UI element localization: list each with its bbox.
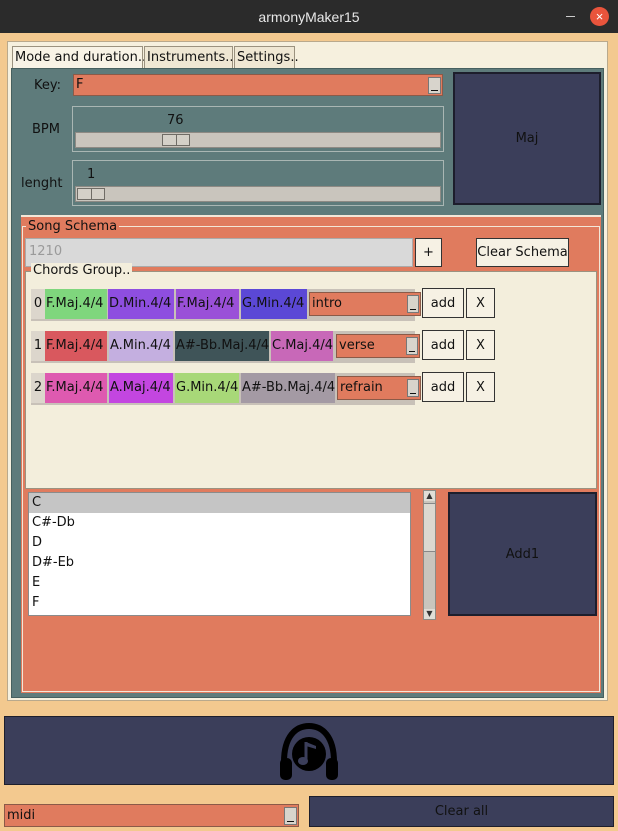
length-slider-thumb[interactable] — [77, 188, 105, 200]
scrollbar-thumb[interactable] — [424, 503, 435, 552]
minimize-icon[interactable] — [564, 8, 578, 22]
list-item[interactable]: C#-Db — [29, 513, 410, 533]
scroll-down-icon[interactable]: ▼ — [424, 609, 435, 619]
add-chord-button[interactable]: add — [422, 330, 464, 360]
mode-maj-button[interactable]: Maj — [453, 72, 601, 205]
chord-chip[interactable]: C.Maj.4/4 — [271, 331, 333, 361]
chord-chip[interactable]: A#-Bb.Maj.4/4 — [241, 373, 335, 403]
chevron-down-icon[interactable] — [428, 77, 441, 94]
chevron-down-icon[interactable] — [407, 295, 419, 313]
length-label: lenght — [21, 176, 63, 191]
chord-group-row: 2 F.Maj.4/4 A.Maj.4/4 G.Min.4/4 A#-Bb.Ma… — [31, 373, 421, 405]
length-value: 1 — [87, 167, 96, 182]
note-list-scrollbar[interactable]: ▲ ▼ — [423, 490, 436, 620]
length-slider[interactable] — [75, 186, 441, 202]
clear-schema-button[interactable]: Clear Schema — [476, 238, 569, 267]
chord-group-index: 2 — [31, 373, 45, 403]
clear-all-button[interactable]: Clear all — [309, 796, 614, 827]
chord-chip[interactable]: D.Min.4/4 — [108, 289, 174, 319]
output-select[interactable]: midi — [4, 804, 299, 827]
chord-chip[interactable]: F.Maj.4/4 — [45, 289, 107, 319]
section-select-value: verse — [339, 338, 375, 353]
key-select[interactable]: F — [73, 74, 443, 96]
chevron-down-icon[interactable] — [284, 807, 297, 825]
chord-chip[interactable]: G.Min.4/4 — [241, 289, 307, 319]
chord-chip[interactable]: F.Maj.4/4 — [45, 331, 107, 361]
tab-mode-and-duration[interactable]: Mode and duration.. — [12, 46, 146, 68]
list-item[interactable]: D#-Eb — [29, 553, 410, 573]
add1-button[interactable]: Add1 — [448, 492, 597, 616]
chord-chip[interactable]: G.Min.4/4 — [175, 373, 239, 403]
chord-group-index: 0 — [31, 289, 45, 319]
section-select[interactable]: intro — [309, 292, 421, 316]
add-chord-button[interactable]: add — [422, 372, 464, 402]
chord-chip[interactable]: F.Maj.4/4 — [45, 373, 107, 403]
play-button[interactable] — [4, 716, 614, 785]
chord-chip[interactable]: F.Maj.4/4 — [176, 289, 239, 319]
remove-row-button[interactable]: X — [466, 372, 495, 402]
clear-all-label: Clear all — [434, 804, 489, 819]
mode-maj-label: Maj — [515, 131, 539, 146]
song-schema-panel: Song Schema 1210 + Clear Schema Chords G… — [21, 215, 601, 693]
chevron-down-icon[interactable] — [407, 379, 419, 397]
list-item[interactable]: F — [29, 593, 410, 613]
scroll-up-icon[interactable]: ▲ — [424, 491, 435, 501]
tab-instruments[interactable]: Instruments.. — [144, 46, 234, 68]
key-label: Key: — [34, 78, 62, 93]
remove-row-button[interactable]: X — [466, 330, 495, 360]
bpm-slider[interactable] — [75, 132, 441, 148]
bpm-value: 76 — [167, 113, 184, 128]
title-bar: armonyMaker15 × — [0, 0, 618, 33]
remove-row-button[interactable]: X — [466, 288, 495, 318]
length-scale: 1 — [72, 160, 444, 206]
bpm-scale: 76 — [72, 106, 444, 152]
list-item[interactable]: C — [29, 493, 410, 513]
close-icon[interactable]: × — [590, 7, 609, 26]
chevron-down-icon[interactable] — [406, 337, 418, 355]
chord-group-row: 0 F.Maj.4/4 D.Min.4/4 F.Maj.4/4 G.Min.4/… — [31, 289, 421, 321]
note-listbox[interactable]: C C#-Db D D#-Eb E F — [28, 492, 411, 616]
list-item[interactable]: E — [29, 573, 410, 593]
key-select-value: F — [76, 77, 84, 92]
bpm-slider-thumb[interactable] — [162, 134, 190, 146]
chord-group-index: 1 — [31, 331, 45, 361]
chords-group: Chords Group.. 0 F.Maj.4/4 D.Min.4/4 F.M… — [25, 263, 597, 489]
chords-group-title: Chords Group.. — [31, 263, 133, 278]
add-chord-button[interactable]: add — [422, 288, 464, 318]
mode-duration-page: Key: F BPM 76 lenght 1 Maj Song Schema 1… — [11, 68, 604, 698]
add-schema-button[interactable]: + — [415, 238, 442, 267]
list-item[interactable]: D — [29, 533, 410, 553]
chord-chip[interactable]: A#-Bb.Maj.4/4 — [175, 331, 269, 361]
song-schema-title: Song Schema — [26, 219, 120, 234]
add1-label: Add1 — [505, 546, 540, 562]
section-select[interactable]: refrain — [337, 376, 421, 400]
window-title: armonyMaker15 — [258, 8, 360, 25]
bpm-label: BPM — [32, 122, 60, 137]
chord-group-row: 1 F.Maj.4/4 A.Min.4/4 A#-Bb.Maj.4/4 C.Ma… — [31, 331, 420, 363]
output-select-value: midi — [7, 808, 36, 823]
chord-chip[interactable]: A.Min.4/4 — [109, 331, 173, 361]
section-select[interactable]: verse — [336, 334, 420, 358]
chord-chip[interactable]: A.Maj.4/4 — [109, 373, 173, 403]
tab-settings[interactable]: Settings.. — [234, 46, 299, 68]
notebook: Mode and duration.. Instruments.. Settin… — [7, 41, 608, 701]
section-select-value: refrain — [340, 380, 383, 395]
headphones-music-icon — [280, 722, 338, 780]
section-select-value: intro — [312, 296, 342, 311]
